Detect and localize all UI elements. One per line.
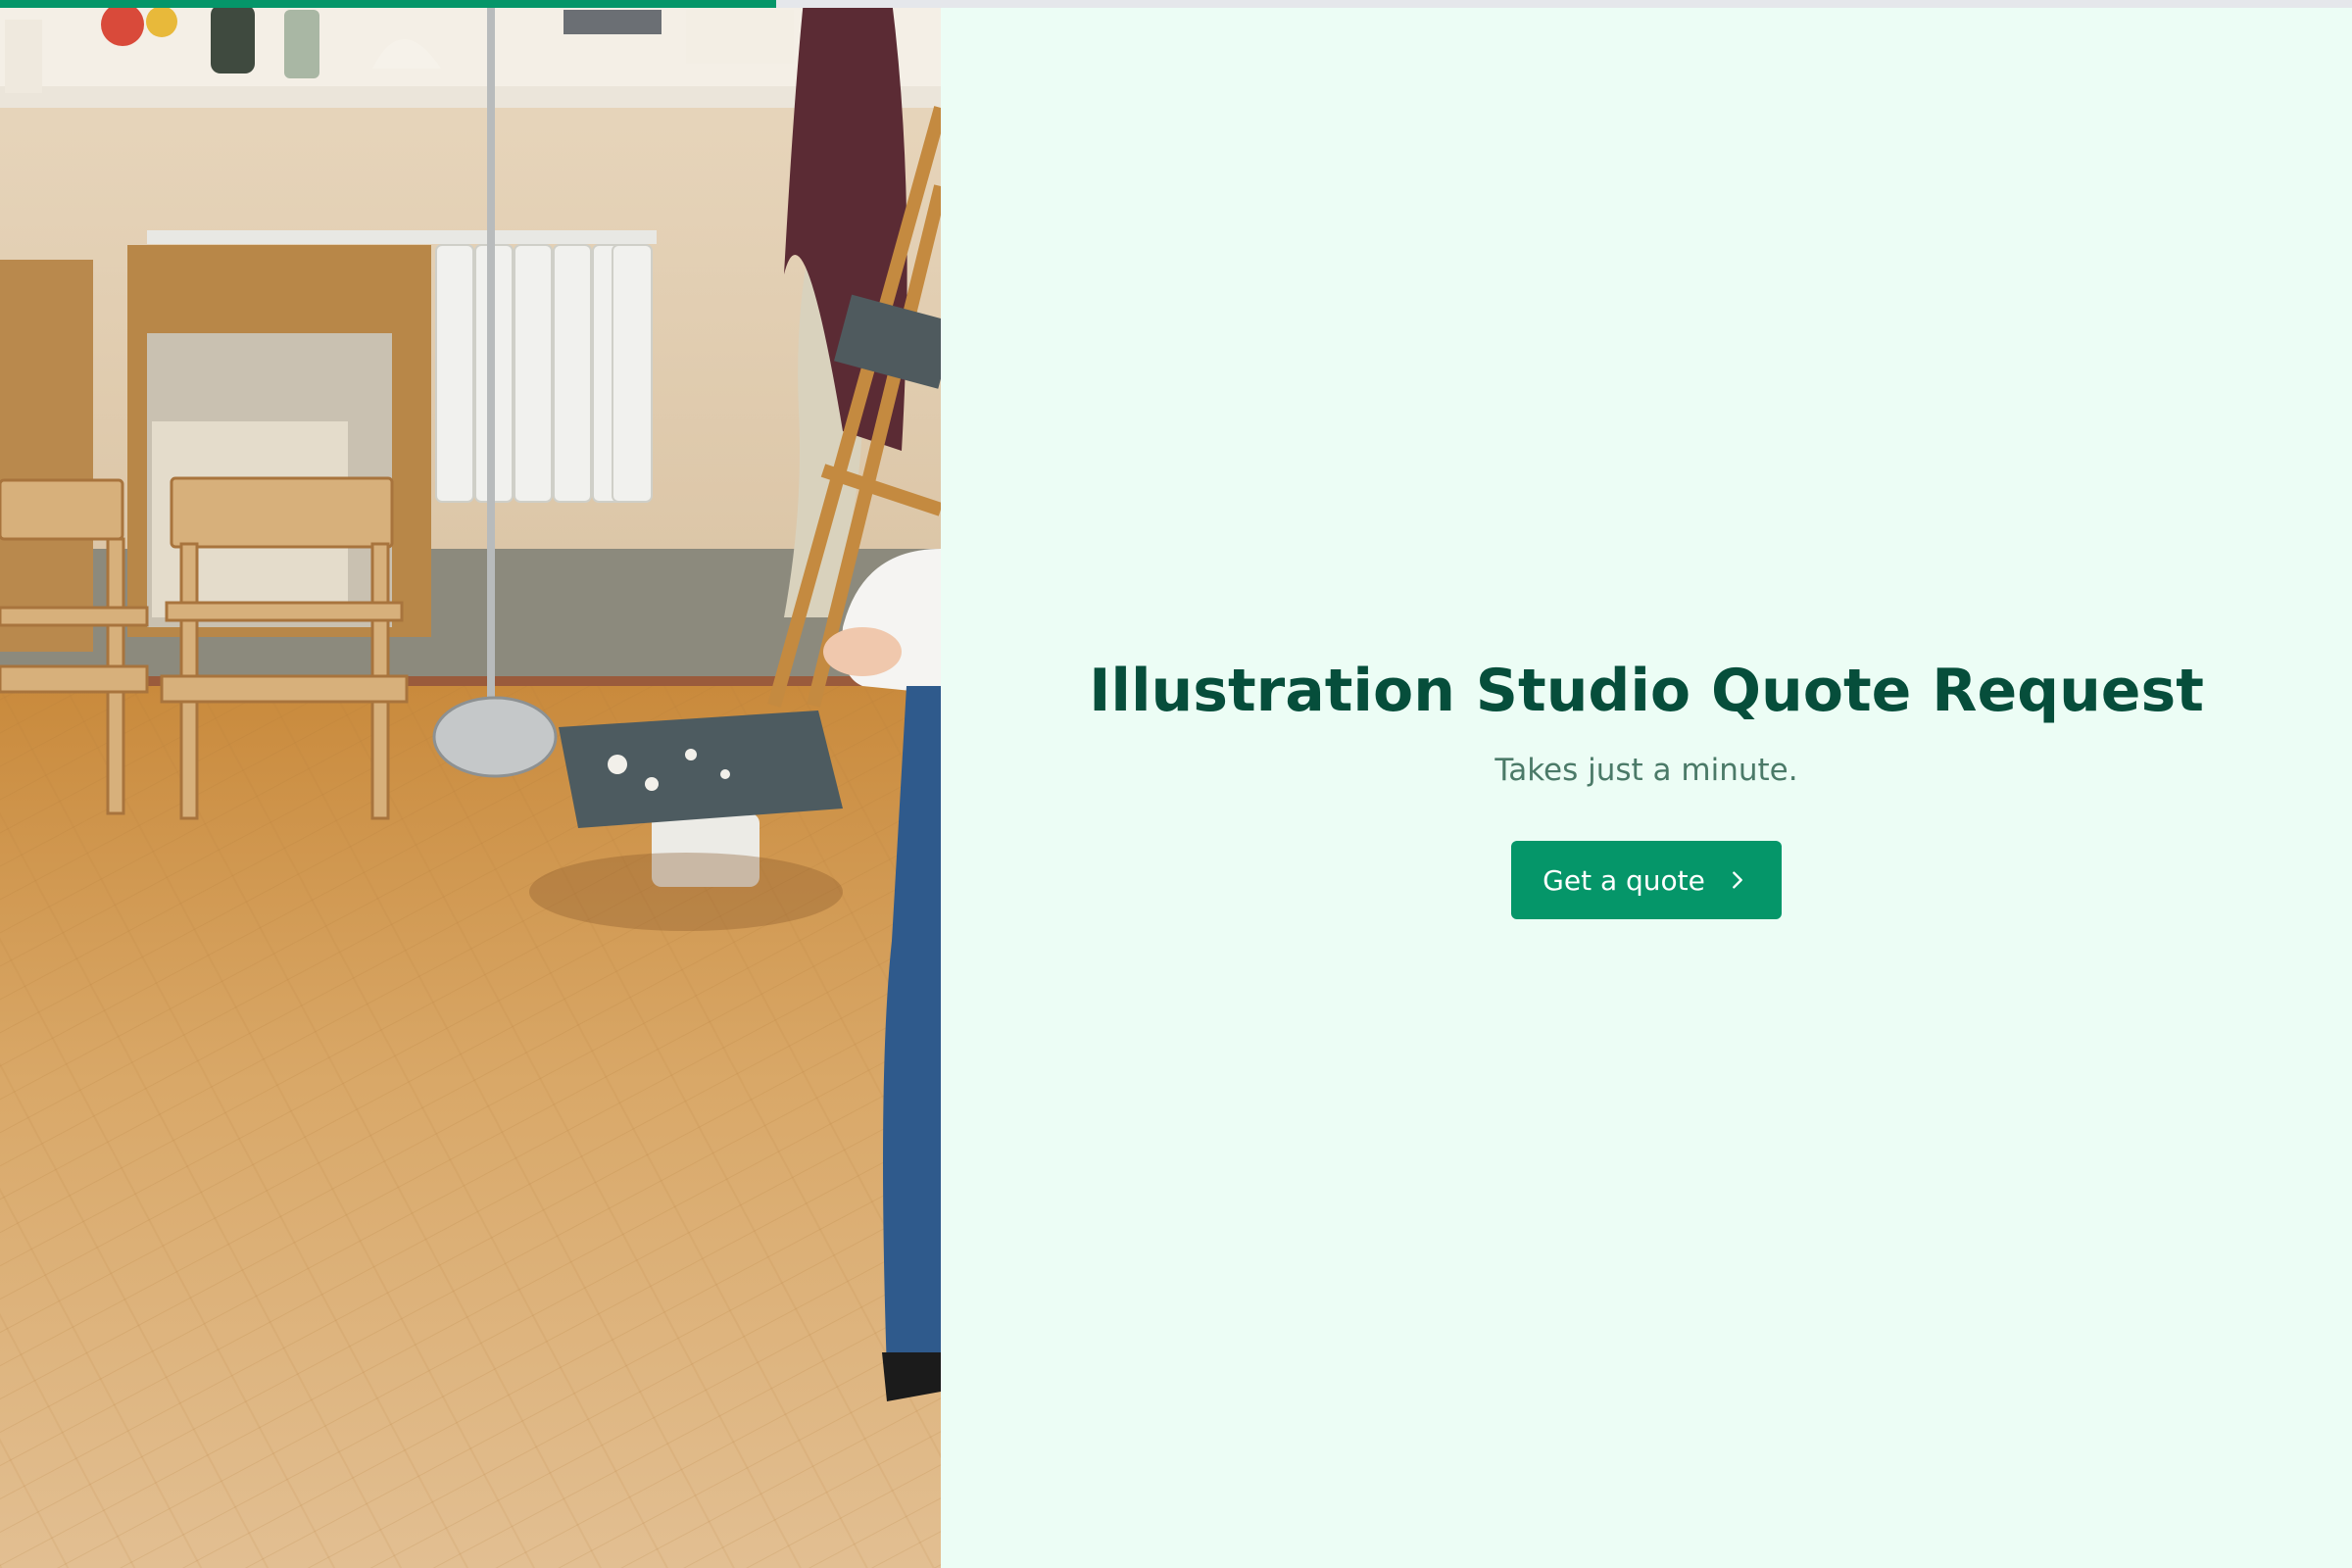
- quote-request-page: Illustration Studio Quote Request Takes …: [0, 0, 2352, 1568]
- hero-section: Illustration Studio Quote Request Takes …: [941, 647, 2352, 919]
- intro-panel: Illustration Studio Quote Request Takes …: [941, 0, 2352, 1568]
- art-studio-photo: [0, 0, 941, 1568]
- chevron-right-icon: [1733, 871, 1742, 889]
- page-subtitle: Takes just a minute.: [1494, 753, 1798, 788]
- progress-bar: [0, 0, 2352, 8]
- get-a-quote-button[interactable]: Get a quote: [1511, 841, 1782, 919]
- progress-bar-fill: [0, 0, 776, 8]
- page-title: Illustration Studio Quote Request: [1089, 657, 2204, 725]
- get-a-quote-label: Get a quote: [1543, 863, 1705, 897]
